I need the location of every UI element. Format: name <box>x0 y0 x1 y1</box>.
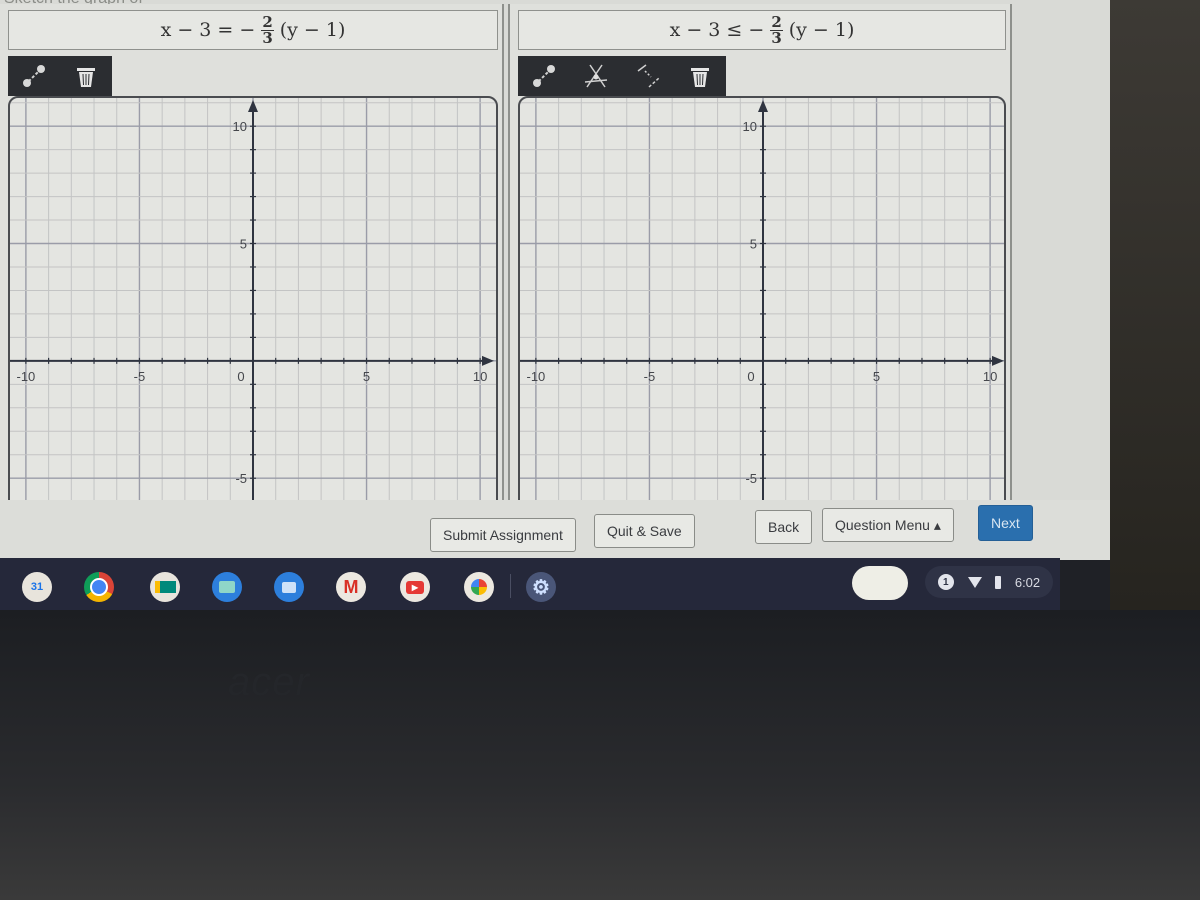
dashed-line-icon <box>637 64 660 88</box>
calendar-app-icon[interactable]: 31 <box>22 572 52 602</box>
two-point-line-icon <box>23 65 45 87</box>
equation-graph-panel: x − 3 = − 2 3 (y − 1) -10 -5 0 5 10 10 5… <box>0 4 504 560</box>
grid-right[interactable]: -10 -5 0 5 10 10 5 -5 <box>520 98 1006 518</box>
pinwheel-glyph <box>471 579 487 595</box>
clock-time: 6:02 <box>1014 574 1041 590</box>
shelf-divider <box>510 574 511 598</box>
y-tick-label: 5 <box>750 237 757 252</box>
calendar-date: 31 <box>30 581 44 593</box>
graph-toolbar <box>518 56 726 96</box>
delete-tool-button[interactable] <box>674 56 726 96</box>
message-glyph <box>282 581 296 593</box>
x-axis-arrow <box>482 355 494 366</box>
y-axis-arrow <box>758 100 768 112</box>
delete-tool-button[interactable] <box>60 56 112 96</box>
coordinate-grid[interactable]: -10 -5 0 5 10 10 5 -5 <box>8 96 498 518</box>
x-tick-label: 5 <box>873 369 880 384</box>
inequality-graph-panel: x − 3 ≤ − 2 3 (y − 1) -10 -5 0 5 10 10 5… <box>508 4 1012 560</box>
x-tick-label: -10 <box>526 369 545 384</box>
meet-glyph <box>154 581 176 593</box>
folder-glyph <box>219 581 235 593</box>
y-tick-label: 5 <box>240 237 247 252</box>
grid-left[interactable]: -10 -5 0 5 10 10 5 -5 <box>10 98 496 518</box>
gear-icon: ⚙ <box>532 576 550 599</box>
equation-display: x − 3 = − 2 3 (y − 1) <box>8 10 498 50</box>
graph-toolbar <box>8 56 112 96</box>
y-axis-arrow <box>248 100 258 112</box>
gmail-glyph: M <box>343 576 359 597</box>
browser-screen: Sketch the graph of x − 3 = − 2 3 (y − 1… <box>0 0 1110 560</box>
x-tick-label: 10 <box>473 369 487 384</box>
meet-app-icon[interactable] <box>150 572 180 602</box>
files-app-icon[interactable] <box>212 572 242 602</box>
youtube-app-icon[interactable]: ▶ <box>400 572 430 602</box>
chrome-app-icon[interactable] <box>84 572 114 602</box>
settings-app-icon[interactable]: ⚙ <box>526 572 556 602</box>
x-tick-label: -10 <box>16 369 35 384</box>
gmail-app-icon[interactable]: M <box>336 572 366 602</box>
trash-icon <box>691 68 709 87</box>
photos-app-icon[interactable] <box>464 572 494 602</box>
next-button[interactable]: Next <box>978 505 1033 541</box>
line-tool-button[interactable] <box>8 56 60 96</box>
quit-save-button[interactable]: Quit & Save <box>594 514 695 548</box>
y-tick-label: -5 <box>235 471 247 486</box>
fraction-denominator: 3 <box>262 28 273 47</box>
coordinate-grid[interactable]: -10 -5 0 5 10 10 5 -5 <box>518 96 1006 518</box>
x-tick-label: 5 <box>363 369 370 384</box>
y-tick-label: 10 <box>233 119 247 134</box>
trash-icon <box>77 68 95 87</box>
x-tick-label: -5 <box>134 369 146 384</box>
background-wall <box>1110 0 1200 610</box>
brand-logo: acer <box>228 660 310 704</box>
wifi-icon <box>967 576 982 588</box>
submit-assignment-button[interactable]: Submit Assignment <box>430 518 576 552</box>
battery-icon <box>995 575 1002 589</box>
line-tool-button[interactable] <box>518 56 570 96</box>
inequality-fraction: 2 3 <box>770 14 783 47</box>
x-axis-arrow <box>992 355 1004 366</box>
question-menu-button[interactable]: Question Menu ▴ <box>822 508 954 542</box>
x-tick-label: 10 <box>983 369 997 384</box>
system-tray[interactable]: 1 6:02 <box>925 566 1053 598</box>
equation-rhs: (y − 1) <box>279 19 346 41</box>
phone-hub-pill[interactable] <box>852 566 908 600</box>
shade-region-icon <box>584 64 608 88</box>
inequality-display: x − 3 ≤ − 2 3 (y − 1) <box>518 10 1006 50</box>
region-tool-button[interactable] <box>570 56 622 96</box>
assignment-footer: Submit Assignment Quit & Save Back Quest… <box>0 500 1110 560</box>
x-tick-label: 0 <box>747 369 754 384</box>
notification-badge[interactable]: 1 <box>937 574 954 590</box>
messages-app-icon[interactable] <box>274 572 304 602</box>
x-tick-label: 0 <box>237 369 244 384</box>
x-tick-label: -5 <box>644 369 656 384</box>
equation-lhs: x − 3 = − <box>160 19 256 41</box>
y-tick-label: 10 <box>743 119 757 134</box>
chrome-center <box>90 578 108 596</box>
inequality-rhs: (y − 1) <box>788 19 855 41</box>
dashed-line-tool-button[interactable] <box>622 56 674 96</box>
back-button[interactable]: Back <box>755 510 813 544</box>
equation-fraction: 2 3 <box>261 14 274 47</box>
inequality-lhs: x − 3 ≤ − <box>669 19 765 41</box>
youtube-glyph: ▶ <box>406 580 424 594</box>
fraction-denominator: 3 <box>771 28 782 47</box>
y-tick-label: -5 <box>745 471 757 486</box>
laptop-bezel <box>0 610 1200 900</box>
os-shelf: 31 M ▶ ⚙ 1 6:02 <box>0 558 1060 610</box>
two-point-line-icon <box>533 65 555 87</box>
